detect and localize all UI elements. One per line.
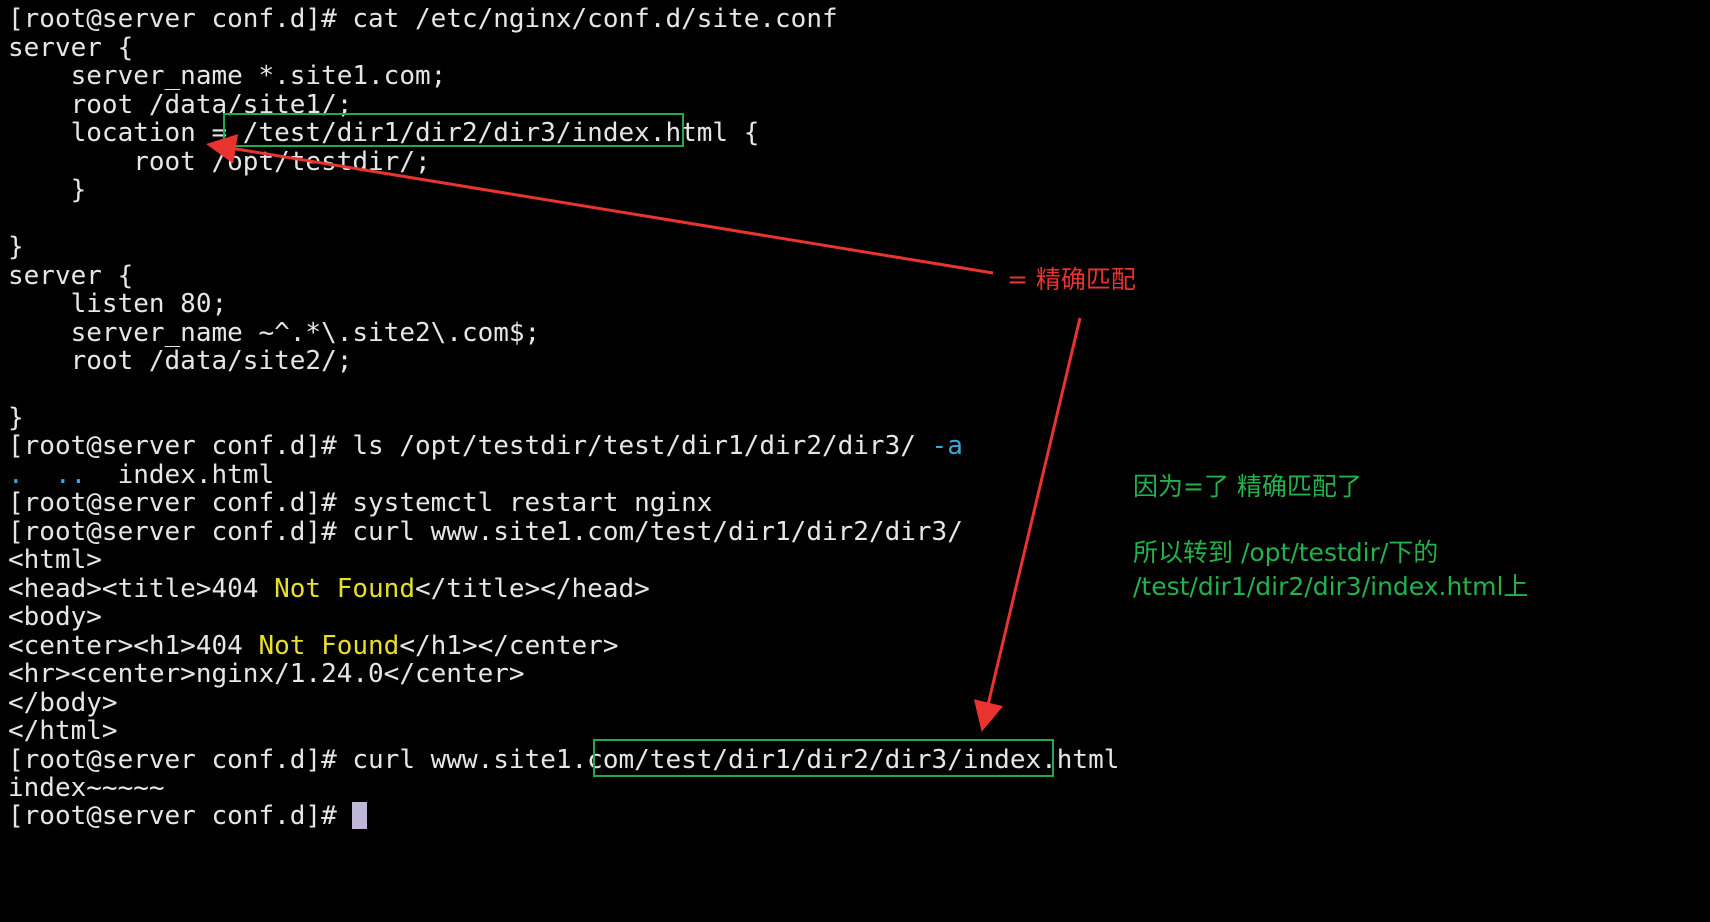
reason-annotation-line1: 因为=了 精确匹配了: [1133, 472, 1362, 501]
annotation-arrows: [206, 134, 1082, 732]
terminal-window[interactable]: [root@server conf.d]# cat /etc/nginx/con…: [0, 0, 1710, 922]
arrow-to-location-rule: [206, 134, 994, 275]
reason-annotation-line2: 所以转到 /opt/testdir/下的: [1133, 538, 1439, 567]
exact-match-annotation: = 精确匹配: [1007, 265, 1136, 294]
reason-annotation-line3: /test/dir1/dir2/dir3/index.html上: [1133, 572, 1529, 601]
arrow-to-curl-path: [973, 317, 1082, 732]
